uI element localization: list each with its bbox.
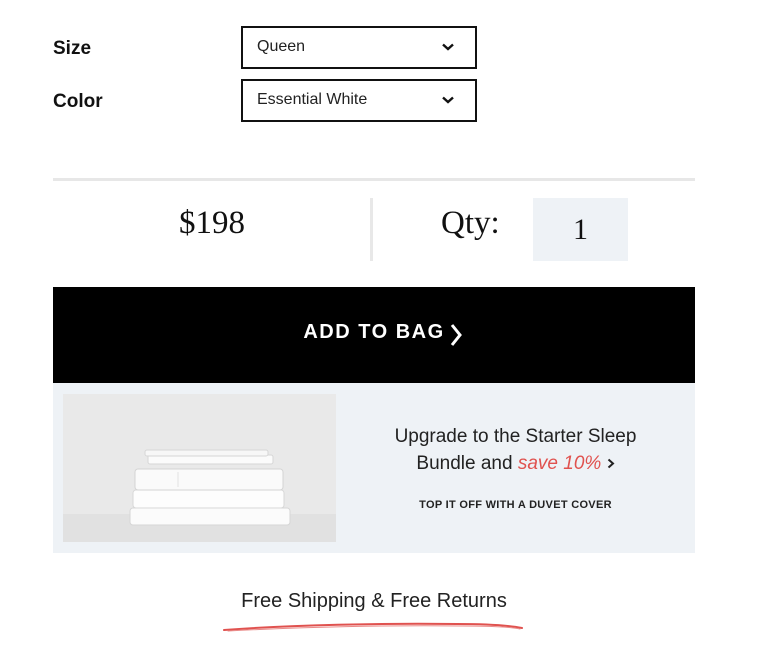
chevron-down-icon bbox=[442, 96, 454, 104]
promo-title-line2: Bundle and bbox=[416, 453, 513, 474]
add-to-bag-label: ADD TO BAG bbox=[303, 321, 445, 343]
shipping-returns-text: Free Shipping & Free Returns bbox=[241, 590, 507, 612]
price-qty-separator bbox=[370, 198, 373, 261]
qty-label: Qty: bbox=[441, 205, 500, 241]
chevron-right-icon bbox=[607, 458, 615, 469]
promo-subtitle: TOP IT OFF WITH A DUVET COVER bbox=[419, 499, 612, 511]
color-label: Color bbox=[53, 91, 103, 112]
size-select-value: Queen bbox=[257, 38, 306, 55]
price: $198 bbox=[179, 205, 245, 241]
bundle-upgrade-banner[interactable]: Upgrade to the Starter Sleep Bundle and … bbox=[53, 383, 695, 553]
promo-title-line1: Upgrade to the Starter Sleep bbox=[394, 426, 637, 447]
chevron-down-icon bbox=[442, 43, 454, 51]
promo-save-text: save 10% bbox=[517, 453, 602, 474]
chevron-right-icon bbox=[450, 324, 462, 346]
brush-underline bbox=[223, 622, 523, 632]
size-label: Size bbox=[53, 38, 92, 59]
folded-sheets-image bbox=[63, 394, 336, 542]
color-select-value: Essential White bbox=[257, 91, 368, 108]
section-divider bbox=[53, 178, 695, 181]
add-to-bag-button[interactable]: ADD TO BAG bbox=[53, 287, 695, 383]
color-select[interactable]: Essential White bbox=[241, 79, 477, 122]
qty-input[interactable] bbox=[533, 198, 628, 261]
size-select[interactable]: Queen bbox=[241, 26, 477, 69]
promo-title: Upgrade to the Starter Sleep Bundle and … bbox=[363, 423, 668, 477]
